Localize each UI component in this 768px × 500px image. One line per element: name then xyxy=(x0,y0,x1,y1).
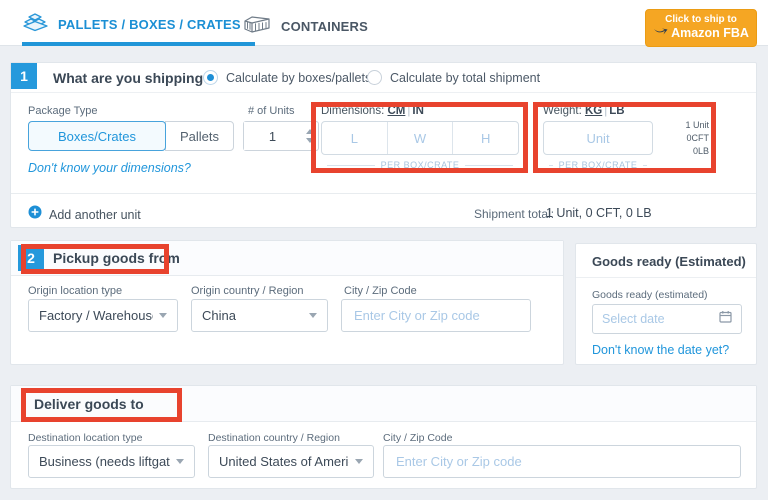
dimensions-unit-header: Dimensions: CM|IN xyxy=(321,105,424,117)
origin-location-type-select[interactable]: Factory / Warehouse xyxy=(28,299,178,332)
shipment-total-value: 1 Unit, 0 CFT, 0 LB xyxy=(546,206,652,220)
fba-button-line1: Click to ship to xyxy=(665,14,737,27)
package-type-boxes-button[interactable]: Boxes/Crates xyxy=(28,121,166,151)
select-value: China xyxy=(202,308,236,323)
chevron-down-icon xyxy=(309,313,317,318)
unit-summary: 1 Unit 0CFT 0LB xyxy=(657,119,709,158)
package-type-label: Package Type xyxy=(28,105,98,117)
select-value: United States of America xyxy=(219,454,349,469)
radio-selected-icon xyxy=(203,70,218,85)
date-placeholder: Select date xyxy=(602,312,665,326)
unit-summary-line: 0LB xyxy=(657,145,709,158)
select-value: Factory / Warehouse xyxy=(39,308,153,323)
package-type-pallets-button[interactable]: Pallets xyxy=(165,121,234,151)
select-value: Business (needs liftgate) xyxy=(39,454,170,469)
tab-pallets-boxes-crates[interactable]: PALLETS / BOXES / CRATES xyxy=(22,6,255,46)
dimensions-per-box-label: PER BOX/CRATE xyxy=(321,160,519,170)
per-box-text: PER BOX/CRATE xyxy=(381,160,460,170)
unit-kg-toggle[interactable]: KG xyxy=(585,105,602,117)
chevron-down-icon xyxy=(355,459,363,464)
pickup-section-header: 2 Pickup goods from xyxy=(11,241,563,276)
dont-know-dimensions-link[interactable]: Don't know your dimensions? xyxy=(28,161,191,175)
goods-ready-title: Goods ready (Estimated) xyxy=(592,254,746,269)
plus-circle-icon xyxy=(28,205,42,224)
dimensions-label: Dimensions: xyxy=(321,105,384,117)
radio-calculate-by-total[interactable]: Calculate by total shipment xyxy=(367,70,540,85)
destination-location-type-select[interactable]: Business (needs liftgate) xyxy=(28,445,195,478)
weight-unit-header: Weight: KG|LB xyxy=(543,105,625,117)
pickup-section-title: Pickup goods from xyxy=(53,250,180,266)
weight-label: Weight: xyxy=(543,105,582,117)
goods-ready-panel: Goods ready (Estimated) Goods ready (est… xyxy=(575,243,757,365)
calendar-icon xyxy=(719,310,732,328)
goods-ready-date-label: Goods ready (estimated) xyxy=(592,289,708,301)
unit-summary-line: 0CFT xyxy=(657,132,709,145)
radio-calculate-by-boxes[interactable]: Calculate by boxes/pallets xyxy=(203,70,371,85)
shipping-section-footer: Add another unit Shipment total: 1 Unit,… xyxy=(11,193,756,227)
unit-in-toggle[interactable]: IN xyxy=(412,105,424,117)
deliver-section-title: Deliver goods to xyxy=(34,396,144,412)
dont-know-date-link[interactable]: Don't know the date yet? xyxy=(592,343,729,357)
units-input[interactable] xyxy=(244,122,301,150)
unit-summary-line: 1 Unit xyxy=(657,119,709,132)
shipment-total-label: Shipment total: xyxy=(474,207,554,221)
pickup-section: 2 Pickup goods from Origin location type… xyxy=(10,240,564,365)
add-unit-label: Add another unit xyxy=(49,208,141,222)
destination-country-select[interactable]: United States of America xyxy=(208,445,374,478)
deliver-section: Deliver goods to Destination location ty… xyxy=(10,385,757,489)
tab-label: PALLETS / BOXES / CRATES xyxy=(58,17,241,32)
unit-lb-toggle[interactable]: LB xyxy=(609,105,624,117)
container-icon xyxy=(242,14,272,39)
units-control xyxy=(243,121,319,151)
stepper-down-icon[interactable] xyxy=(306,138,314,143)
shipping-section-header: 1 What are you shipping? Calculate by bo… xyxy=(11,63,756,93)
destination-city-input[interactable] xyxy=(383,445,741,478)
radio-label: Calculate by total shipment xyxy=(390,71,540,85)
fba-button-line2: Amazon FBA xyxy=(671,26,749,42)
shipping-section: 1 What are you shipping? Calculate by bo… xyxy=(10,62,757,228)
origin-city-label: City / Zip Code xyxy=(344,285,417,297)
weight-per-box-label: PER BOX/CRATE xyxy=(543,160,653,170)
per-box-text: PER BOX/CRATE xyxy=(559,160,638,170)
tab-containers[interactable]: CONTAINERS xyxy=(242,6,368,46)
shipping-section-title: What are you shipping? xyxy=(53,70,212,86)
radio-unselected-icon xyxy=(367,70,382,85)
radio-label: Calculate by boxes/pallets xyxy=(226,71,371,85)
step-1-badge: 1 xyxy=(11,63,37,89)
weight-input[interactable] xyxy=(543,121,653,155)
destination-location-type-label: Destination location type xyxy=(28,432,142,444)
goods-ready-date-input[interactable]: Select date xyxy=(592,304,742,334)
unit-cm-toggle[interactable]: CM xyxy=(387,105,405,117)
origin-location-type-label: Origin location type xyxy=(28,285,122,297)
origin-country-select[interactable]: China xyxy=(191,299,328,332)
units-stepper[interactable] xyxy=(301,122,318,150)
deliver-section-header: Deliver goods to xyxy=(11,386,756,422)
destination-city-label: City / Zip Code xyxy=(383,432,452,444)
origin-city-input[interactable] xyxy=(341,299,531,332)
package-type-toggle: Boxes/Crates Pallets xyxy=(28,121,234,151)
pallet-icon xyxy=(22,11,49,37)
origin-country-label: Origin country / Region xyxy=(191,285,304,297)
add-another-unit-link[interactable]: Add another unit xyxy=(28,205,141,224)
width-input[interactable] xyxy=(387,122,453,154)
amazon-arrow-icon xyxy=(653,26,668,42)
tab-label: CONTAINERS xyxy=(281,19,368,34)
length-input[interactable] xyxy=(322,122,387,154)
units-label: # of Units xyxy=(248,105,294,117)
chevron-down-icon xyxy=(176,459,184,464)
height-input[interactable] xyxy=(452,122,518,154)
destination-country-label: Destination country / Region xyxy=(208,432,340,444)
goods-ready-header: Goods ready (Estimated) xyxy=(576,244,756,278)
dimensions-inputs xyxy=(321,121,519,155)
step-2-badge: 2 xyxy=(18,245,44,271)
ship-to-amazon-fba-button[interactable]: Click to ship to Amazon FBA xyxy=(645,9,757,47)
top-tab-bar: PALLETS / BOXES / CRATES CONTAINERS Clic… xyxy=(0,0,768,46)
stepper-up-icon[interactable] xyxy=(306,129,314,134)
chevron-down-icon xyxy=(159,313,167,318)
